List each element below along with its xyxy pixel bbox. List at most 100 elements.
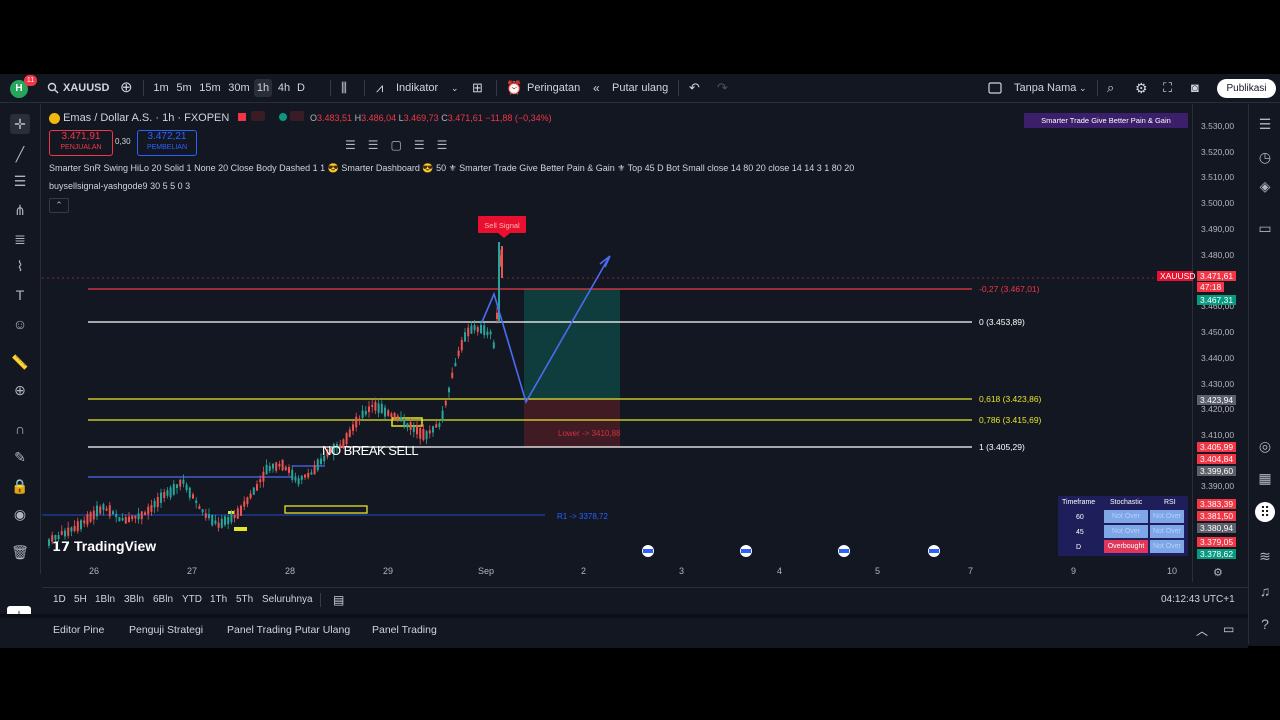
target-icon[interactable]: ◎ bbox=[1255, 436, 1275, 456]
lock-icon[interactable]: 🔒 bbox=[10, 476, 30, 496]
bell-icon[interactable]: ♫ bbox=[1255, 581, 1275, 601]
maximize-panel-icon[interactable]: ▭ bbox=[1223, 622, 1234, 636]
fullscreen-icon[interactable]: ⛶ bbox=[1163, 74, 1172, 102]
fib-tool-icon[interactable]: ≣ bbox=[10, 229, 30, 249]
candle bbox=[438, 423, 441, 428]
y-tick: 3.440,00 bbox=[1201, 353, 1235, 363]
replay-button[interactable]: Putar ulang bbox=[612, 74, 668, 102]
publish-button[interactable]: Publikasi bbox=[1217, 79, 1276, 98]
camera-icon[interactable]: ◙ bbox=[1191, 74, 1199, 102]
interval-15m[interactable]: 15m bbox=[198, 79, 222, 97]
layout-checkbox-icon[interactable] bbox=[988, 74, 1002, 102]
range-3m[interactable]: 3Bln bbox=[124, 588, 144, 612]
zoom-in-icon[interactable]: ⊕ bbox=[10, 380, 30, 400]
trash-icon[interactable]: 🗑 bbox=[10, 542, 30, 562]
y-tick: 3.420,00 bbox=[1201, 404, 1235, 414]
candle bbox=[316, 459, 319, 471]
range-5d[interactable]: 5H bbox=[74, 588, 87, 612]
layers-icon[interactable]: ◈ bbox=[1255, 176, 1275, 196]
interval-4h[interactable]: 4h bbox=[275, 79, 293, 97]
ruler-icon[interactable]: 📏 bbox=[10, 352, 30, 372]
chat-icon[interactable]: ▭ bbox=[1255, 218, 1275, 238]
draw-mode-icon[interactable]: ✎ bbox=[10, 447, 30, 467]
candle bbox=[195, 500, 198, 504]
alarm-clock-icon[interactable]: ◷ bbox=[1255, 147, 1275, 167]
chevron-down-icon[interactable]: ⌄ bbox=[1079, 74, 1087, 102]
interval-1h[interactable]: 1h bbox=[254, 79, 272, 97]
no-break-sell-text[interactable]: NO BREAK SELL bbox=[322, 443, 419, 458]
broadcast-icon[interactable]: ≋ bbox=[1255, 546, 1275, 566]
range-1d[interactable]: 1D bbox=[53, 588, 66, 612]
long-stop-zone bbox=[524, 399, 620, 447]
economic-events[interactable] bbox=[642, 545, 940, 557]
alert-clock-icon[interactable]: ⏰ bbox=[506, 74, 522, 102]
zoom-search-icon[interactable]: ⌕ bbox=[1107, 74, 1114, 102]
horizontal-lines-icon[interactable]: ☰ bbox=[10, 171, 30, 191]
candle bbox=[128, 516, 130, 522]
candle bbox=[297, 478, 300, 485]
price-tag: 3.423,94 bbox=[1197, 395, 1237, 405]
candle bbox=[291, 469, 294, 480]
calendar-icon[interactable]: ▦ bbox=[1255, 468, 1275, 488]
magnet-icon[interactable]: ∩ bbox=[10, 419, 30, 439]
symbol-search[interactable]: XAUUSD bbox=[63, 74, 109, 102]
replay-icon[interactable]: « bbox=[593, 74, 600, 102]
pitchfork-icon[interactable]: ⋔ bbox=[10, 200, 30, 220]
interval-1m[interactable]: 1m bbox=[151, 79, 171, 97]
candle bbox=[425, 431, 428, 440]
eye-icon[interactable]: ◉ bbox=[10, 504, 30, 524]
alerts-button[interactable]: Peringatan bbox=[527, 74, 580, 102]
x-tick: 4 bbox=[777, 566, 783, 576]
undo-icon[interactable]: ↶ bbox=[689, 74, 700, 102]
watchlist-icon[interactable]: ☰ bbox=[1255, 114, 1275, 134]
redo-icon[interactable]: ↷ bbox=[717, 74, 728, 102]
candles-group bbox=[48, 242, 503, 549]
fib-label-neg027: -0,27 (3.467,01) bbox=[979, 284, 1040, 294]
layout-name[interactable]: Tanpa Nama bbox=[1014, 74, 1076, 102]
candle bbox=[444, 400, 447, 406]
tab-trading-panel[interactable]: Panel Trading bbox=[372, 624, 437, 636]
tab-replay-trading[interactable]: Panel Trading Putar Ulang bbox=[227, 624, 350, 636]
gear-icon[interactable]: ⚙ bbox=[1135, 74, 1148, 102]
candle bbox=[364, 411, 367, 415]
candle-type-icon[interactable]: ⫼ bbox=[341, 74, 347, 102]
indicators-button[interactable]: Indikator bbox=[396, 74, 438, 102]
candle bbox=[92, 510, 95, 520]
x-tick: 5 bbox=[875, 566, 881, 576]
pattern-icon[interactable]: ⌇ bbox=[10, 256, 30, 276]
x-tick: 3 bbox=[679, 566, 685, 576]
range-5y[interactable]: 5Th bbox=[236, 588, 253, 612]
symbol-tag: XAUUSD bbox=[1157, 271, 1195, 281]
interval-5m[interactable]: 5m bbox=[174, 79, 194, 97]
templates-icon[interactable]: ⊞ bbox=[472, 74, 483, 102]
help-icon[interactable]: ? bbox=[1255, 614, 1275, 634]
tab-pine-editor[interactable]: Editor Pine bbox=[53, 624, 104, 636]
text-tool-icon[interactable]: T bbox=[10, 285, 30, 305]
add-symbol-icon[interactable]: ⊕ bbox=[120, 74, 133, 102]
apps-grid-icon[interactable]: ⠿ bbox=[1255, 502, 1275, 522]
x-tick: 26 bbox=[89, 566, 100, 576]
range-all[interactable]: Seluruhnya bbox=[262, 588, 313, 612]
emoji-icon[interactable]: ☺ bbox=[10, 314, 30, 334]
candle bbox=[198, 506, 201, 510]
price-scale[interactable]: 3.530,00 3.520,00 3.510,00 3.500,00 3.49… bbox=[1157, 104, 1248, 582]
range-1y[interactable]: 1Th bbox=[210, 588, 227, 612]
interval-30m[interactable]: 30m bbox=[227, 79, 251, 97]
go-to-date-icon[interactable]: ▤ bbox=[333, 588, 344, 612]
candle bbox=[368, 406, 370, 413]
clock[interactable]: 04:12:43 UTC+1 bbox=[1161, 588, 1235, 612]
crosshair-icon[interactable]: ✛ bbox=[10, 114, 30, 134]
trendline-icon[interactable]: ╱ bbox=[10, 144, 30, 164]
interval-d[interactable]: D bbox=[294, 79, 308, 97]
candle bbox=[163, 492, 166, 499]
search-icon[interactable] bbox=[47, 74, 59, 102]
indicators-icon[interactable]: ⩘ bbox=[376, 74, 383, 102]
range-1m[interactable]: 1Bln bbox=[95, 588, 115, 612]
chevron-up-icon[interactable]: ︿ bbox=[1196, 622, 1208, 639]
candle bbox=[486, 331, 489, 336]
tab-strategy-tester[interactable]: Penguji Strategi bbox=[129, 624, 203, 636]
price-chart[interactable]: Sell Signal -0,27 (3.467,01) 0 (3.453,89… bbox=[42, 104, 1192, 582]
range-6m[interactable]: 6Bln bbox=[153, 588, 173, 612]
chevron-down-icon[interactable]: ⌄ bbox=[451, 74, 459, 102]
range-ytd[interactable]: YTD bbox=[182, 588, 202, 612]
